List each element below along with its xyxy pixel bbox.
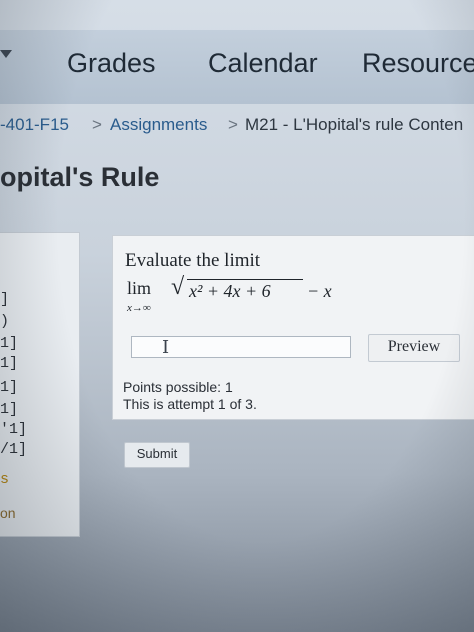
limit-expression: lim x→∞ √ x² + 4x + 6 − x (127, 274, 387, 322)
question-list-item[interactable]: on (0, 505, 16, 521)
top-navigation: Grades Calendar Resources (0, 30, 474, 104)
question-list-item[interactable]: 1] (0, 335, 18, 352)
question-list-item[interactable]: ) (0, 313, 9, 330)
chevron-down-icon[interactable] (0, 50, 12, 58)
sqrt-icon: √ (171, 274, 185, 300)
answer-input[interactable]: I (131, 336, 351, 358)
question-list-item[interactable]: ] (0, 291, 9, 308)
nav-grades[interactable]: Grades (67, 48, 156, 79)
nav-calendar[interactable]: Calendar (208, 48, 318, 79)
nav-resources[interactable]: Resources (362, 48, 474, 79)
points-possible: Points possible: 1 (123, 379, 233, 395)
page-title: opital's Rule (0, 162, 160, 192)
question-list-item[interactable]: /1] (0, 441, 27, 458)
question-list-item[interactable]: 1] (0, 401, 18, 418)
text-cursor-icon: I (162, 337, 170, 358)
question-box: Evaluate the limit lim x→∞ √ x² + 4x + 6… (112, 235, 474, 420)
question-list-item[interactable]: 1] (0, 355, 18, 372)
radicand: x² + 4x + 6 (189, 281, 271, 301)
question-list-panel: ] ) 1] 1] 1] 1] '1] /1] s on (0, 232, 80, 537)
question-list-item[interactable]: s (0, 471, 9, 488)
expression-tail: − x (307, 281, 332, 301)
question-list-item[interactable]: '1] (0, 421, 27, 438)
breadcrumb-current: M21 - L'Hopital's rule Conten (245, 115, 464, 134)
question-list-item[interactable]: 1] (0, 379, 18, 396)
breadcrumb-separator-icon: > (228, 115, 238, 134)
question-prompt: Evaluate the limit (125, 250, 261, 271)
attempt-info: This is attempt 1 of 3. (123, 396, 257, 412)
breadcrumb: -401-F15 > Assignments > M21 - L'Hopital… (0, 110, 474, 140)
submit-button[interactable]: Submit (124, 442, 190, 468)
preview-button[interactable]: Preview (368, 334, 460, 362)
breadcrumb-separator-icon: > (92, 115, 102, 134)
lim-subscript: x→∞ (127, 302, 151, 314)
lms-screen: Grades Calendar Resources -401-F15 > Ass… (0, 0, 474, 632)
sqrt-bar (187, 279, 303, 280)
lim-operator: lim (127, 278, 152, 298)
breadcrumb-assignments-link[interactable]: Assignments (110, 115, 207, 135)
breadcrumb-course-link[interactable]: -401-F15 (0, 115, 69, 135)
